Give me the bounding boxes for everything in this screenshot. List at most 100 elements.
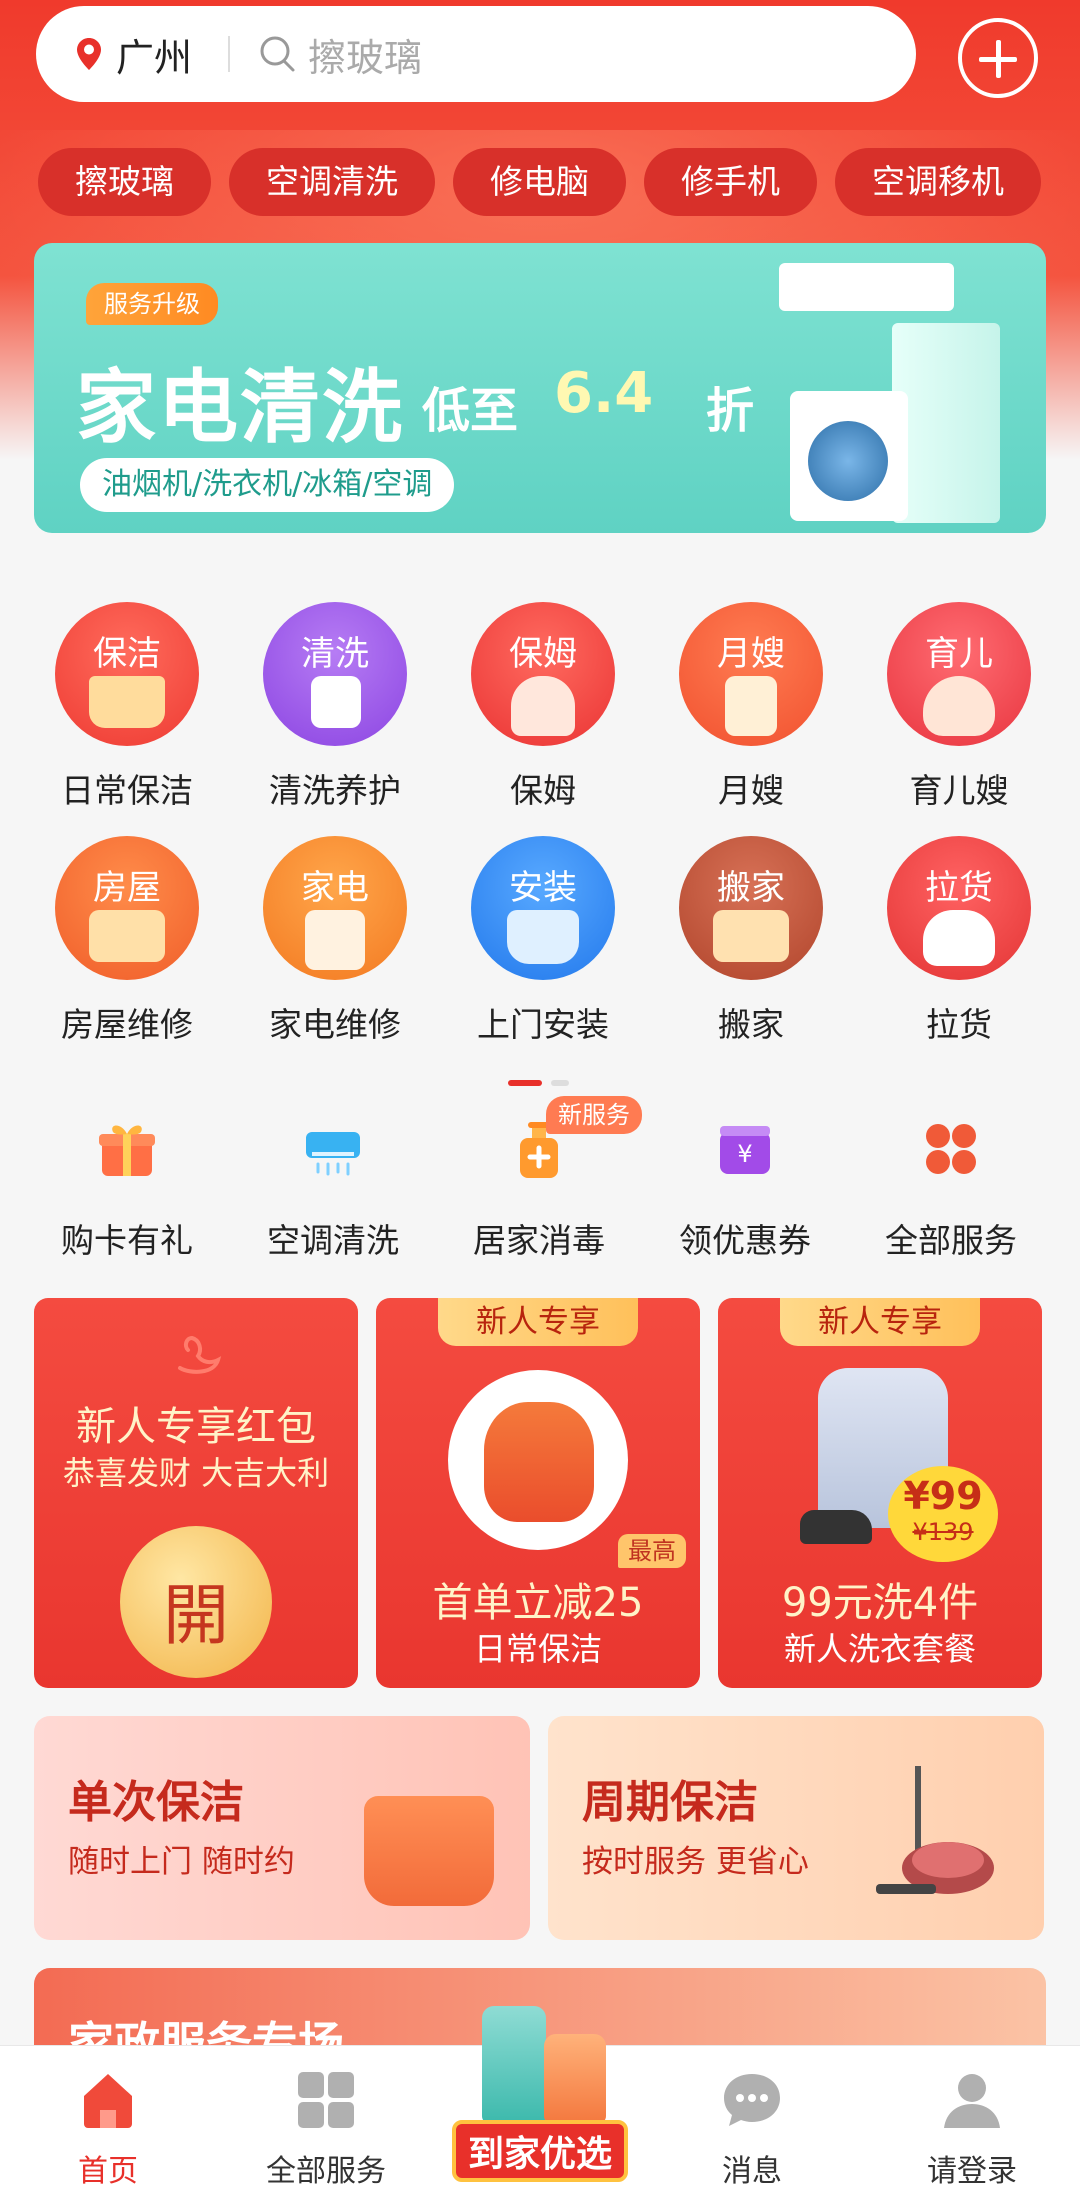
single-cleaning-card[interactable]: 单次保洁 随时上门 随时约: [34, 1716, 530, 1940]
featured-label: 到家优选: [452, 2120, 628, 2182]
all-services-icon: [920, 1118, 982, 1180]
baby-face-icon: 育儿: [887, 602, 1031, 746]
service-childcare[interactable]: 育儿 育儿嫂: [856, 602, 1062, 836]
tab-label: 首页: [78, 2154, 138, 2189]
tab-label: 请登录: [927, 2154, 1017, 2189]
user-icon: [944, 2074, 1000, 2128]
spray-bottle-icon: 清洗: [263, 602, 407, 746]
tab-all-services[interactable]: 全部服务: [226, 2046, 426, 2194]
periodic-cleaning-title: 周期保洁: [582, 1777, 758, 1828]
baby-bottle-icon: 月嫂: [679, 602, 823, 746]
quick-ac-cleaning[interactable]: 空调清洗: [230, 1110, 436, 1262]
price-was: ¥139: [912, 1518, 974, 1546]
installation-icon: 安装: [471, 836, 615, 980]
chip-item[interactable]: 修手机: [644, 148, 817, 216]
tab-label: 全部服务: [266, 2154, 386, 2189]
open-envelope-button[interactable]: 開: [120, 1526, 272, 1678]
hot-search-chips: 擦玻璃 空调清洗 修电脑 修手机 空调移机: [38, 148, 1080, 216]
cleaning-bucket-icon: 保洁: [55, 602, 199, 746]
coupon-icon: ¥: [714, 1118, 776, 1180]
service-cleaning-care[interactable]: 清洗 清洗养护: [232, 602, 438, 836]
banner-discount-value: 6.4: [554, 361, 654, 426]
service-label: 搬家: [718, 1005, 784, 1044]
price-now: ¥99: [903, 1474, 983, 1518]
grid-pagination: [508, 1071, 570, 1090]
search-input[interactable]: 擦玻璃: [308, 27, 422, 82]
service-installation[interactable]: 安装 上门安装: [440, 836, 646, 1070]
quick-gift-card[interactable]: 购卡有礼: [24, 1110, 230, 1262]
service-daily-cleaning[interactable]: 保洁 日常保洁: [24, 602, 230, 836]
service-grid: 保洁 日常保洁 清洗 清洗养护 保姆 保姆 月嫂 月嫂 育儿 育儿嫂 房屋 房屋…: [0, 602, 1080, 1070]
service-label: 拉货: [926, 1005, 992, 1044]
red-envelope-card[interactable]: 新人专享红包 恭喜发财 大吉大利 開: [34, 1298, 358, 1688]
banner-discount-suffix: 折: [706, 383, 755, 439]
search-icon: [258, 34, 298, 74]
cleaning-glove-image: [448, 1370, 628, 1550]
quick-coupon[interactable]: ¥ 领优惠券: [642, 1110, 848, 1262]
tab-featured[interactable]: 到家优选: [452, 1994, 628, 2188]
washer-image: [790, 391, 908, 521]
air-conditioner-image: [779, 263, 954, 311]
card-header: 新人专享: [438, 1298, 638, 1346]
chip-item[interactable]: 擦玻璃: [38, 148, 211, 216]
service-freight[interactable]: 拉货 拉货: [856, 836, 1062, 1070]
tab-messages[interactable]: 消息: [652, 2046, 852, 2194]
location-pin-icon[interactable]: [76, 37, 102, 71]
cleaner-bottle-image: [482, 2006, 546, 2124]
search-divider: [228, 36, 231, 72]
service-label: 育儿嫂: [909, 771, 1009, 810]
air-conditioner-icon: [302, 1118, 364, 1180]
mop-bucket-image: [364, 1796, 494, 1906]
tab-label: 消息: [722, 2154, 782, 2189]
quick-label: 居家消毒: [473, 1221, 605, 1260]
service-label: 房屋维修: [61, 1005, 193, 1044]
tab-login[interactable]: 请登录: [872, 2046, 1072, 2194]
page-indicator: [551, 1080, 570, 1086]
quick-disinfection[interactable]: 新服务 居家消毒: [436, 1096, 642, 1262]
periodic-cleaning-subtitle: 按时服务 更省心: [582, 1844, 809, 1880]
single-cleaning-title: 单次保洁: [68, 1777, 244, 1828]
service-label: 保姆: [510, 771, 576, 810]
shoe-image: [800, 1510, 872, 1544]
promo-banner[interactable]: 服务升级 家电清洗 低至 6.4 折 油烟机/洗衣机/冰箱/空调: [34, 243, 1046, 533]
chip-item[interactable]: 修电脑: [453, 148, 626, 216]
city-selector[interactable]: 广州: [116, 27, 192, 82]
service-appliance-repair[interactable]: 家电 家电维修: [232, 836, 438, 1070]
toolbox-icon: 房屋: [55, 836, 199, 980]
first-order-subtitle: 日常保洁: [473, 1630, 602, 1668]
single-cleaning-subtitle: 随时上门 随时约: [68, 1844, 295, 1880]
service-moving[interactable]: 搬家 搬家: [648, 836, 854, 1070]
card-header: 新人专享: [780, 1298, 980, 1346]
service-nanny[interactable]: 保姆 保姆: [440, 602, 646, 836]
service-label: 日常保洁: [61, 771, 193, 810]
gift-icon: [96, 1118, 158, 1180]
swan-icon: [178, 1335, 222, 1374]
service-maternity-nurse[interactable]: 月嫂 月嫂: [648, 602, 854, 836]
quick-label: 购卡有礼: [61, 1221, 193, 1260]
laundry-card[interactable]: 新人专享 ¥99 ¥139 99元洗4件 新人洗衣套餐: [718, 1298, 1042, 1688]
quick-label: 领优惠券: [679, 1221, 811, 1260]
banner-title: 家电清洗: [76, 361, 404, 454]
first-order-card[interactable]: 新人专享 最高 首单立减25 日常保洁: [376, 1298, 700, 1688]
fridge-image: [892, 323, 1000, 523]
service-label: 上门安装: [477, 1005, 609, 1044]
service-label: 家电维修: [269, 1005, 401, 1044]
svg-text:¥: ¥: [737, 1140, 752, 1168]
search-bar[interactable]: 广州 擦玻璃: [36, 6, 916, 102]
tab-home[interactable]: 首页: [8, 2046, 208, 2194]
periodic-cleaning-card[interactable]: 周期保洁 按时服务 更省心: [548, 1716, 1044, 1940]
grid-icon: [298, 2072, 354, 2128]
add-icon[interactable]: [958, 18, 1038, 98]
chip-item[interactable]: 空调移机: [835, 148, 1041, 216]
chip-item[interactable]: 空调清洗: [229, 148, 435, 216]
new-service-badge: 新服务: [546, 1096, 642, 1134]
freight-dog-icon: 拉货: [887, 836, 1031, 980]
nanny-icon: 保姆: [471, 602, 615, 746]
quick-label: 空调清洗: [267, 1221, 399, 1260]
cleaner-bottle-image: [544, 2034, 606, 2124]
page-indicator-active: [508, 1080, 542, 1086]
service-label: 清洗养护: [269, 771, 401, 810]
quick-all-services[interactable]: 全部服务: [848, 1110, 1054, 1262]
quick-entry-row: 购卡有礼 空调清洗 新服务 居家消毒 ¥ 领优惠券 全部服务: [0, 1096, 1080, 1262]
service-house-repair[interactable]: 房屋 房屋维修: [24, 836, 230, 1070]
